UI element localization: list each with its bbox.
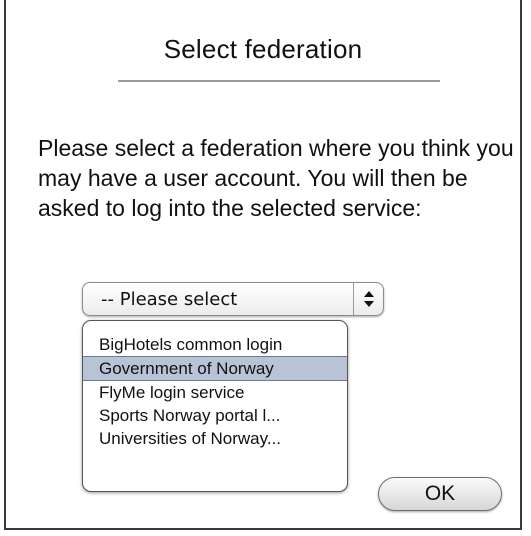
- dialog-description: Please select a federation where you thi…: [38, 135, 514, 221]
- federation-dialog: Select federation Please select a federa…: [4, 0, 522, 530]
- federation-listbox[interactable]: BigHotels common login Government of Nor…: [82, 320, 348, 492]
- title-divider: [118, 80, 440, 82]
- list-item-universities-of-norway[interactable]: Universities of Norway...: [83, 427, 347, 450]
- chevron-down-icon: [364, 301, 374, 307]
- list-item-sports-norway[interactable]: Sports Norway portal l...: [83, 404, 347, 427]
- ok-button[interactable]: OK: [378, 477, 502, 511]
- select-current-value: -- Please select: [101, 289, 238, 310]
- chevron-up-icon: [364, 291, 374, 297]
- list-item-flyme[interactable]: FlyMe login service: [83, 381, 347, 404]
- dialog-title: Select federation: [163, 34, 363, 64]
- list-item-government-of-norway[interactable]: Government of Norway: [83, 356, 347, 381]
- federation-list: BigHotels common login Government of Nor…: [83, 333, 347, 450]
- up-down-chevron-icon[interactable]: [353, 283, 383, 315]
- federation-select[interactable]: -- Please select: [82, 282, 384, 316]
- list-item-bighotels[interactable]: BigHotels common login: [83, 333, 347, 356]
